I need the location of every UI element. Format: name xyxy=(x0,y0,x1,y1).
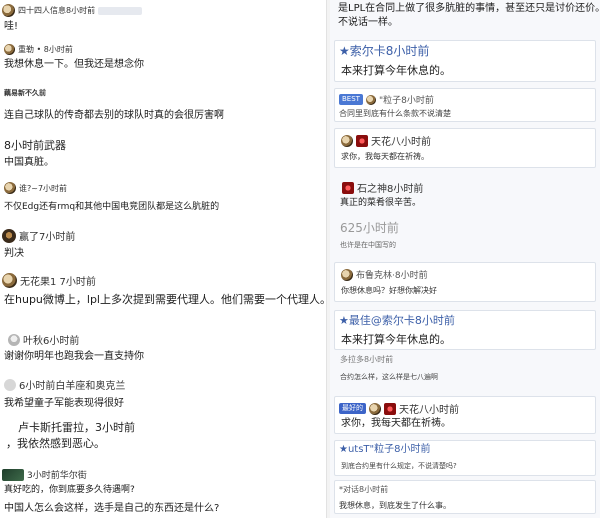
avatar[interactable] xyxy=(4,44,15,55)
comment-item: 3小时前华尔街 真好吃的，你到底要多久待遇啊? xyxy=(0,468,326,495)
comment-item: 叶秋6小时前 谢谢你明年也跑我会一直支持你 xyxy=(0,332,326,362)
comment-header: 天花八小时前 xyxy=(399,405,459,416)
comment-body: 我想休息一下。但我还是想念你 xyxy=(4,59,144,70)
comment-body: 我希望童子军能表现得很好 xyxy=(4,398,124,409)
comment-body: 哇! xyxy=(4,21,19,32)
avatar[interactable] xyxy=(2,468,24,481)
comment-header: 藕易新不久前 xyxy=(4,89,46,97)
avatar[interactable] xyxy=(356,134,368,147)
avatar[interactable] xyxy=(4,182,16,194)
comment-body: 不仅Edg还有rmq和其他中国电竞团队都是这么肮脏的 xyxy=(4,202,220,212)
comment-body: 中国人怎么会这样，选手是自己的东西还是什么? xyxy=(4,503,220,514)
comment-body: 合约怎么样，这么样是七八遍啊 xyxy=(340,373,438,381)
left-comment-column: 四十四人信息8小时前 哇! 重勒 • 8小时前 我想休息一下。但我还是想念你 藕… xyxy=(0,0,326,518)
avatar[interactable] xyxy=(384,402,396,415)
comment-header: 6小时前白羊座和奥克兰 xyxy=(19,381,126,392)
comment-header: "粒子8小时前 xyxy=(378,96,434,106)
comment-header: 625小时前 xyxy=(340,221,399,235)
comment-body: ，我依然感到恶心。 xyxy=(6,437,105,450)
comment-header: 重勒 • 8小时前 xyxy=(18,45,73,54)
comment-body: 求你，我每天都在祈祷。 xyxy=(341,418,451,429)
comment-card: ★utsT"粒子8小时前 到底合约里有什么规定，不说清楚吗? xyxy=(334,440,596,476)
comment-item: 四十四人信息8小时前 哇! xyxy=(0,4,326,32)
comment-header: *对话8小时前 xyxy=(339,485,389,494)
comment-body: 判决 xyxy=(4,248,24,259)
best-badge: 最好的 xyxy=(339,403,366,414)
comment-item: 谁?~7小时前 不仅Edg还有rmq和其他中国电竞团队都是这么肮脏的 xyxy=(0,182,326,212)
comment-header: 谁?~7小时前 xyxy=(19,183,68,193)
comment-header: 3小时前华尔街 xyxy=(27,471,87,481)
comment-body: 也许是在中国写的 xyxy=(340,241,396,249)
comment-body: 在hupu微博上，lpl上多次提到需要代理人。他们需要一个代理人。 xyxy=(4,293,326,306)
comment-card: BEST "粒子8小时前 合同里到底有什么条款不说清楚 xyxy=(334,88,596,122)
comment-body: 我想休息，到底发生了什么事。 xyxy=(339,501,451,510)
comment-header: 卢卡斯托雷拉，3小时前 xyxy=(18,421,135,434)
avatar[interactable] xyxy=(341,268,353,281)
quote-card: ★最佳@索尔卡8小时前 本来打算今年休息的。 xyxy=(334,310,596,350)
comment-body: 求你，我每天都在祈祷。 xyxy=(341,152,429,161)
quote-card: ★索尔卡8小时前 本来打算今年休息的。 xyxy=(334,40,596,82)
comment-header: 赢了7小时前 xyxy=(19,232,76,243)
comment-item: 无花果1 7小时前 在hupu微博上，lpl上多次提到需要代理人。他们需要一个代… xyxy=(0,273,326,305)
comment-header: 布鲁克林·8小时前 xyxy=(356,271,428,281)
comment-header: 四十四人信息8小时前 xyxy=(18,6,96,15)
excerpt-text: 是LPL在合同上做了很多肮脏的事情，甚至还只是讨价还价。 xyxy=(338,3,600,14)
comment-body: 合同里到底有什么条款不说清楚 xyxy=(339,109,451,118)
comment-body: 中国真脏。 xyxy=(4,157,54,168)
comment-card: 天花八小时前 求你，我每天都在祈祷。 xyxy=(334,128,596,168)
comment-body: 你想休息吗？好想你解决好 xyxy=(341,286,437,295)
comment-header: ★最佳@索尔卡8小时前 xyxy=(339,314,455,327)
comment-header: 石之神8小时前 xyxy=(357,184,424,195)
excerpt-text: 不说话一样。 xyxy=(338,17,398,28)
comment-item: 重勒 • 8小时前 我想休息一下。但我还是想念你 xyxy=(0,44,326,70)
best-badge: BEST xyxy=(339,94,363,105)
avatar[interactable] xyxy=(4,378,16,391)
comment-header: 叶秋6小时前 xyxy=(23,336,80,347)
comment-item: 6小时前白羊座和奥克兰 我希望童子军能表现得很好 xyxy=(0,377,326,409)
comment-body: 真好吃的，你到底要多久待遇啊? xyxy=(4,485,135,495)
avatar[interactable] xyxy=(8,333,20,346)
comment-item: 625小时前 也许是在中国写的 xyxy=(334,220,596,260)
avatar[interactable] xyxy=(341,134,353,147)
comment-item: 赢了7小时前 判决 xyxy=(0,228,326,259)
comment-body: 真正的菜肴很辛苦。 xyxy=(340,198,422,208)
comment-header: ★索尔卡8小时前 xyxy=(339,44,430,58)
comment-header: 多拉多8小时前 xyxy=(340,355,394,364)
comment-body: 连自己球队的传奇都去别的球队时真的会很厉害啊 xyxy=(4,110,224,121)
comment-body: 本来打算今年休息的。 xyxy=(341,333,451,346)
avatar[interactable] xyxy=(2,273,17,288)
comment-card: 最好的 天花八小时前 求你，我每天都在祈祷。 xyxy=(334,396,596,434)
comment-header: ★utsT"粒子8小时前 xyxy=(339,444,431,455)
avatar[interactable] xyxy=(2,4,15,17)
comment-card: *对话8小时前 我想休息，到底发生了什么事。 xyxy=(334,480,596,514)
comment-body: 到底合约里有什么规定，不说清楚吗? xyxy=(341,462,457,470)
avatar[interactable] xyxy=(369,402,381,415)
comment-header: 无花果1 7小时前 xyxy=(20,277,96,288)
comment-header: 8小时前武器 xyxy=(4,139,66,152)
comment-header: 天花八小时前 xyxy=(371,137,431,148)
avatar[interactable] xyxy=(365,94,376,105)
comment-item: 石之神8小时前 真正的菜肴很辛苦。 xyxy=(334,178,596,214)
comment-card: 布鲁克林·8小时前 你想休息吗？好想你解决好 xyxy=(334,262,596,302)
comment-body: 谢谢你明年也跑我会一直支持你 xyxy=(4,351,144,362)
right-comment-column: 是LPL在合同上做了很多肮脏的事情，甚至还只是讨价还价。 不说话一样。 ★索尔卡… xyxy=(330,0,600,518)
comment-body: 本来打算今年休息的。 xyxy=(341,64,451,77)
comment-item: 多拉多8小时前 合约怎么样，这么样是七八遍啊 xyxy=(334,354,596,390)
avatar[interactable] xyxy=(2,228,16,243)
avatar[interactable] xyxy=(342,181,354,194)
